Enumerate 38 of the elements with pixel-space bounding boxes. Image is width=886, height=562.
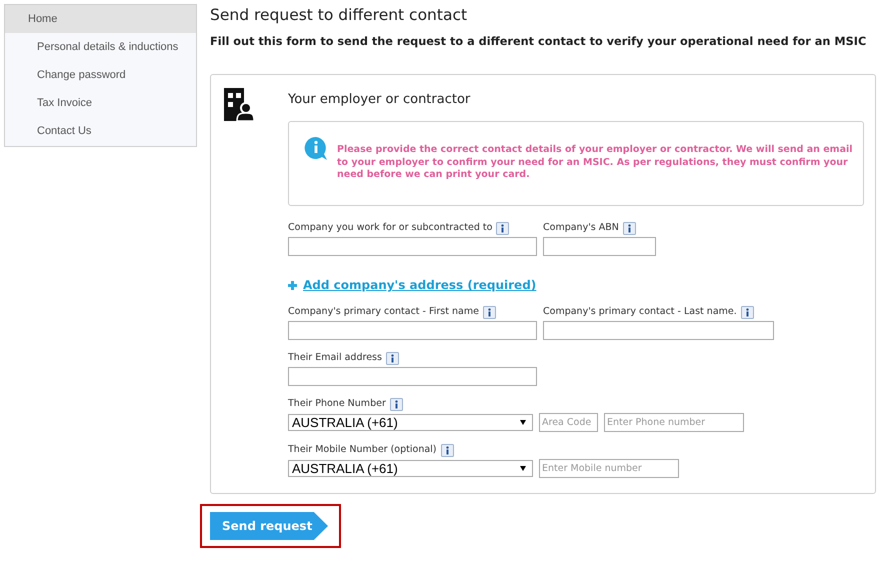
page-subtitle: Fill out this form to send the request to a different contact to verify your operational need for an MSIC [210,34,868,50]
field-label: Their Email address [288,351,382,366]
field-label: Their Phone Number [288,397,386,412]
input-field[interactable]: Area Code [539,413,598,432]
field-label: Company's primary contact - First name [288,305,479,320]
dropdown-arrow-icon [520,420,526,426]
field-label: Company's primary contact - Last name. [543,305,737,320]
country-select[interactable]: AUSTRALIA (+61) [288,414,533,432]
info-icon[interactable] [622,222,636,236]
input-field[interactable]: Enter Phone number [604,413,744,432]
sidebar-item[interactable]: Contact Us [5,117,196,145]
card-title: Your employer or contractor [288,90,472,109]
field-label: Company you work for or subcontracted to [288,221,492,236]
page-title: Send request to different contact [210,5,468,26]
info-icon[interactable] [482,306,496,320]
plus-icon [288,280,297,290]
info-icon[interactable] [440,444,454,458]
input-field[interactable] [543,237,656,256]
sidebar-item[interactable]: Change password [5,61,196,89]
notice-text: Please provide the correct contact details of your employer or contractor. We will send an email to your employer to confirm your need for an MSIC. As per regulations, they must confirm your need before we can print your card. [337,144,854,182]
field-label: Company's ABN [543,221,619,236]
country-select[interactable]: AUSTRALIA (+61) [288,460,533,478]
input-field[interactable] [288,237,537,256]
input-field[interactable] [288,367,537,386]
building-person-icon [224,88,254,121]
dropdown-arrow-icon [520,466,526,472]
field-label: Their Mobile Number (optional) [288,443,437,458]
info-icon[interactable] [390,398,403,412]
sidebar-item[interactable]: Tax Invoice [5,89,196,117]
sidebar-item[interactable]: Personal details & inductions [5,33,196,61]
info-icon[interactable] [740,306,754,320]
input-field[interactable] [288,321,537,340]
input-field[interactable] [543,321,774,340]
info-bubble-icon [304,136,328,162]
input-field[interactable]: Enter Mobile number [539,459,679,478]
sidebar-item[interactable]: Home [5,5,196,33]
info-icon[interactable] [496,222,510,236]
info-icon[interactable] [386,352,399,366]
